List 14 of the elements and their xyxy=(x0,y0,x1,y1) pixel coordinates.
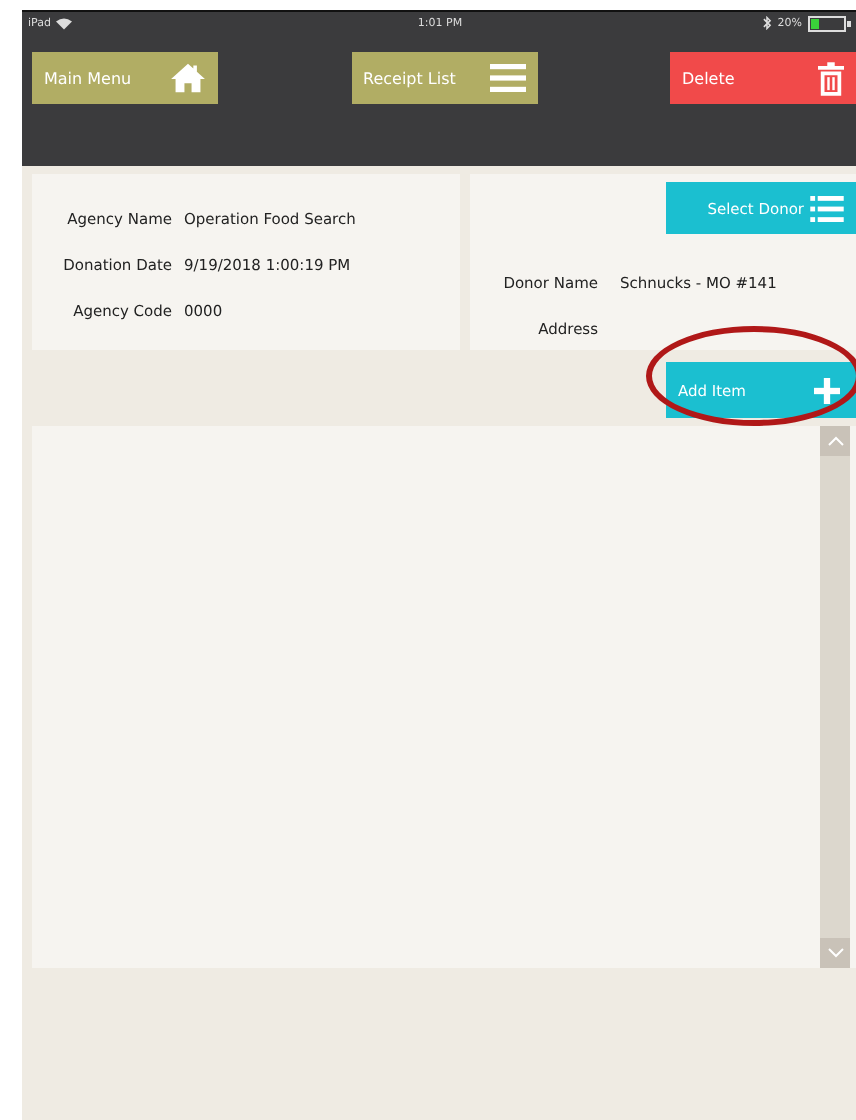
delete-button[interactable]: Delete xyxy=(670,52,856,104)
trash-icon xyxy=(818,61,844,95)
receipt-list-button[interactable]: Receipt List xyxy=(351,52,537,104)
main-menu-button[interactable]: Main Menu xyxy=(32,52,218,104)
scroll-down-icon[interactable] xyxy=(820,938,850,968)
scroll-up-icon[interactable] xyxy=(820,426,850,456)
home-icon xyxy=(170,62,206,94)
list-icon xyxy=(810,195,844,221)
plus-icon xyxy=(814,377,840,403)
menu-icon xyxy=(489,64,525,92)
battery-icon xyxy=(807,15,852,31)
wifi-icon xyxy=(56,17,73,29)
scrollbar[interactable] xyxy=(820,426,850,968)
bluetooth-icon xyxy=(761,16,772,30)
